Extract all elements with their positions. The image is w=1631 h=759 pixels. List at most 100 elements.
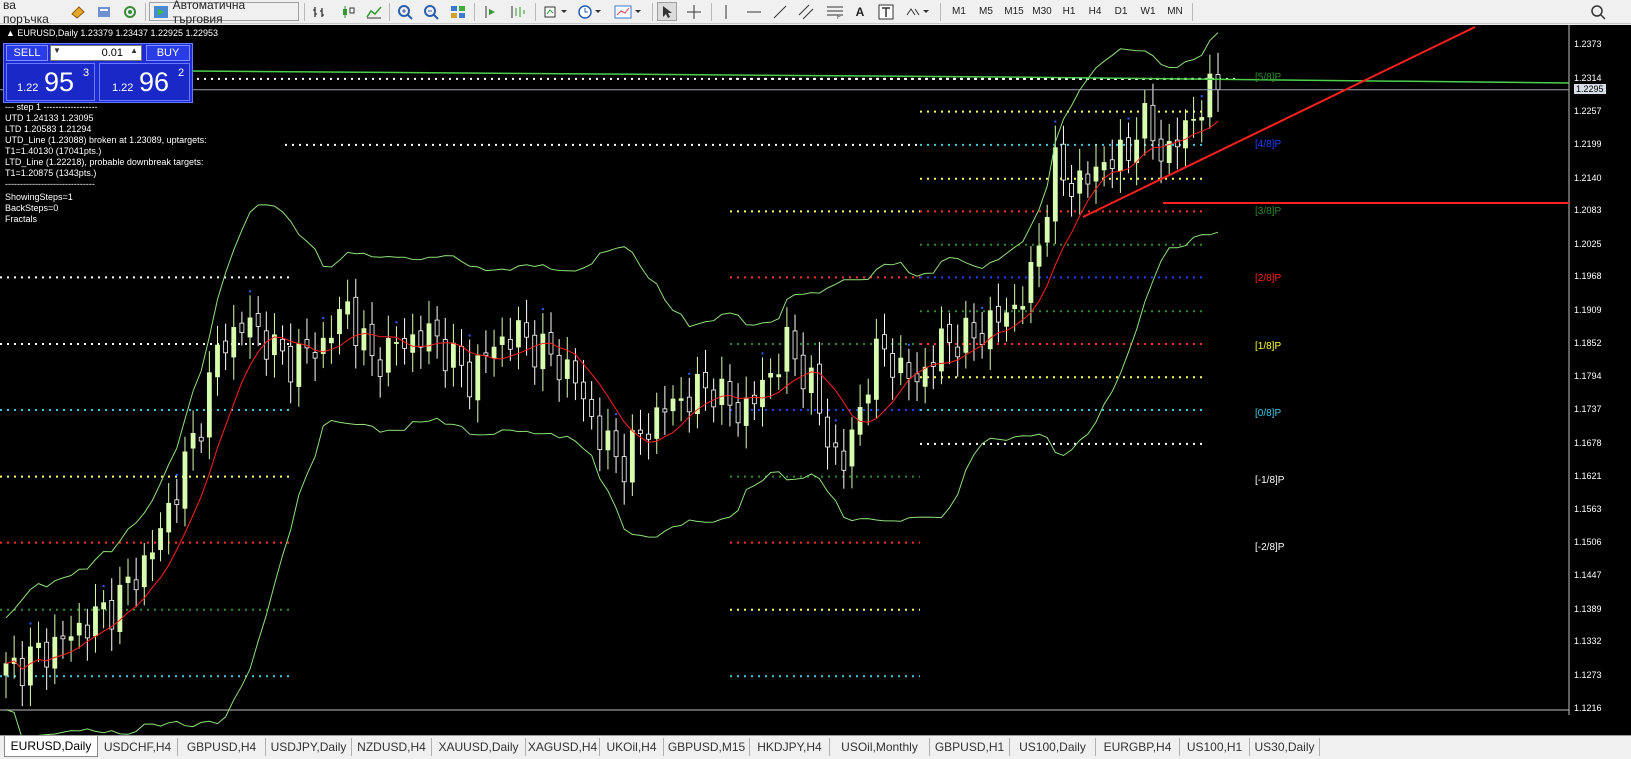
indicators-icon[interactable]: [542, 2, 570, 21]
buy-price-box[interactable]: 1.22 96 2: [99, 63, 190, 101]
chart-tab[interactable]: GBPUSD,H4: [178, 738, 266, 756]
chart-tab[interactable]: UKOil,H4: [600, 738, 664, 756]
timeframe-m1[interactable]: M1: [946, 2, 972, 21]
sell-price-box[interactable]: 1.22 95 3: [6, 63, 95, 101]
chart-tab[interactable]: USDJPY,Daily: [266, 738, 352, 756]
chart-tab[interactable]: EURUSD,Daily: [4, 736, 98, 757]
price-chart[interactable]: [0, 25, 1631, 735]
candle-body: [711, 389, 717, 408]
signals-icon[interactable]: [120, 2, 140, 21]
candle-body: [589, 399, 595, 417]
timeframe-h4[interactable]: H4: [1083, 2, 1107, 21]
timeframe-label: D1: [1114, 6, 1128, 17]
templates-icon[interactable]: [612, 2, 644, 21]
zoom-in-icon[interactable]: [395, 2, 415, 21]
candle-body: [971, 322, 977, 339]
candle-body: [1052, 147, 1058, 222]
text-label-icon[interactable]: [876, 2, 896, 21]
price-tick-label: 1.1332: [1574, 636, 1602, 647]
candle-body: [76, 622, 82, 636]
timeframe-m30[interactable]: M30: [1028, 2, 1056, 21]
zoom-out-icon[interactable]: [421, 2, 441, 21]
bar-chart-icon[interactable]: [310, 2, 330, 21]
price-tick-label: 1.1794: [1574, 371, 1602, 382]
sell-button[interactable]: SELL: [6, 45, 48, 61]
arrows-icon[interactable]: [903, 2, 933, 21]
text-tool-icon[interactable]: A: [851, 2, 869, 21]
candle-body: [410, 334, 416, 353]
fibonacci-icon[interactable]: F: [824, 2, 846, 21]
candle-body: [914, 373, 920, 383]
chart-tabs: EURUSD,Daily USDCHF,H4 GBPUSD,H4 USDJPY,Dai…: [0, 735, 1631, 759]
timeframe-m15[interactable]: M15: [1000, 2, 1028, 21]
timeframe-d1[interactable]: D1: [1109, 2, 1133, 21]
search-icon[interactable]: [1588, 2, 1608, 21]
chart-tab[interactable]: USDCHF,H4: [98, 738, 178, 756]
candle-body: [280, 338, 285, 352]
candle-body: [491, 346, 497, 359]
chart-tab[interactable]: XAGUSD,H4: [526, 738, 600, 756]
lot-size-field[interactable]: ▼ 0.01 ▲: [50, 45, 142, 61]
tile-windows-icon[interactable]: [448, 2, 468, 21]
chart-tab[interactable]: NZDUSD,H4: [352, 738, 432, 756]
metaeditor-icon[interactable]: [68, 2, 88, 21]
candle-body: [743, 397, 749, 426]
buy-button[interactable]: BUY: [146, 45, 190, 61]
price-tick-label: 1.1621: [1574, 470, 1602, 481]
chart-tab[interactable]: HKDJPY,H4: [750, 738, 830, 756]
candle-body: [865, 394, 871, 404]
candle-body: [979, 333, 985, 345]
chart-tab[interactable]: US100,Daily: [1010, 738, 1096, 756]
candle-body: [1150, 104, 1156, 142]
candle-body: [141, 555, 147, 588]
lot-up-icon[interactable]: ▲: [130, 46, 138, 55]
candle-body: [418, 330, 424, 348]
crosshair-icon[interactable]: [684, 2, 704, 21]
autoscroll-icon[interactable]: [508, 2, 528, 21]
trendline-red: [1082, 26, 1476, 218]
lot-down-icon[interactable]: ▼: [53, 46, 61, 55]
candle-body: [849, 429, 855, 467]
trendline-icon[interactable]: [770, 2, 790, 21]
candle-body: [833, 442, 839, 448]
timeframe-h1[interactable]: H1: [1057, 2, 1081, 21]
main-toolbar: ва поръчка Автоматична търговия F A M1 M…: [0, 0, 1631, 26]
fractal-marker: [541, 308, 544, 311]
candle-body: [288, 345, 294, 383]
chart-tab[interactable]: US100,H1: [1180, 738, 1250, 756]
chart-tab[interactable]: EURGBP,H4: [1096, 738, 1180, 756]
horizontal-line-icon[interactable]: [744, 2, 764, 21]
murrey-level-label: [4/8]P: [1255, 139, 1282, 150]
timeframe-w1[interactable]: W1: [1136, 2, 1160, 21]
candle-body: [825, 416, 830, 448]
info-line: BackSteps=0: [5, 203, 59, 213]
algo-trading-button[interactable]: Автоматична търговия: [149, 0, 299, 26]
periods-icon[interactable]: [576, 2, 604, 21]
line-chart-icon[interactable]: [364, 2, 384, 21]
chart-tab[interactable]: GBPUSD,H1: [930, 738, 1010, 756]
price-tick-label: 1.1389: [1574, 603, 1602, 614]
candle-body: [646, 433, 652, 440]
collapse-icon[interactable]: ▲: [6, 28, 17, 38]
chart-tab[interactable]: USOil,Monthly: [830, 738, 930, 756]
price-tick-label: 1.1678: [1574, 437, 1602, 448]
fractal-marker: [175, 473, 178, 476]
price-tick-label: 1.2199: [1574, 138, 1602, 149]
trading-icon[interactable]: [94, 2, 114, 21]
cursor-icon[interactable]: [657, 2, 677, 21]
equidistant-channel-icon[interactable]: [796, 2, 818, 21]
new-order-button[interactable]: ва поръчка: [0, 0, 62, 26]
buy-price-prefix: 1.22: [112, 82, 134, 94]
fractal-marker: [395, 321, 398, 324]
chart-tab[interactable]: XAUUSD,Daily: [432, 738, 526, 756]
chart-tab[interactable]: US30,Daily: [1250, 738, 1320, 756]
candle-body: [597, 415, 603, 450]
timeframe-m5[interactable]: M5: [973, 2, 999, 21]
candlestick-icon[interactable]: [338, 2, 358, 21]
chart-area[interactable]: ▲ EURUSD,Daily 1.23379 1.23437 1.22925 1…: [0, 25, 1631, 747]
chart-tab[interactable]: GBPUSD,M15: [664, 738, 750, 756]
vertical-line-icon[interactable]: [718, 2, 734, 21]
price-tick-label: 1.1563: [1574, 503, 1602, 514]
chart-shift-icon[interactable]: [481, 2, 501, 21]
timeframe-mn[interactable]: MN: [1162, 2, 1188, 21]
